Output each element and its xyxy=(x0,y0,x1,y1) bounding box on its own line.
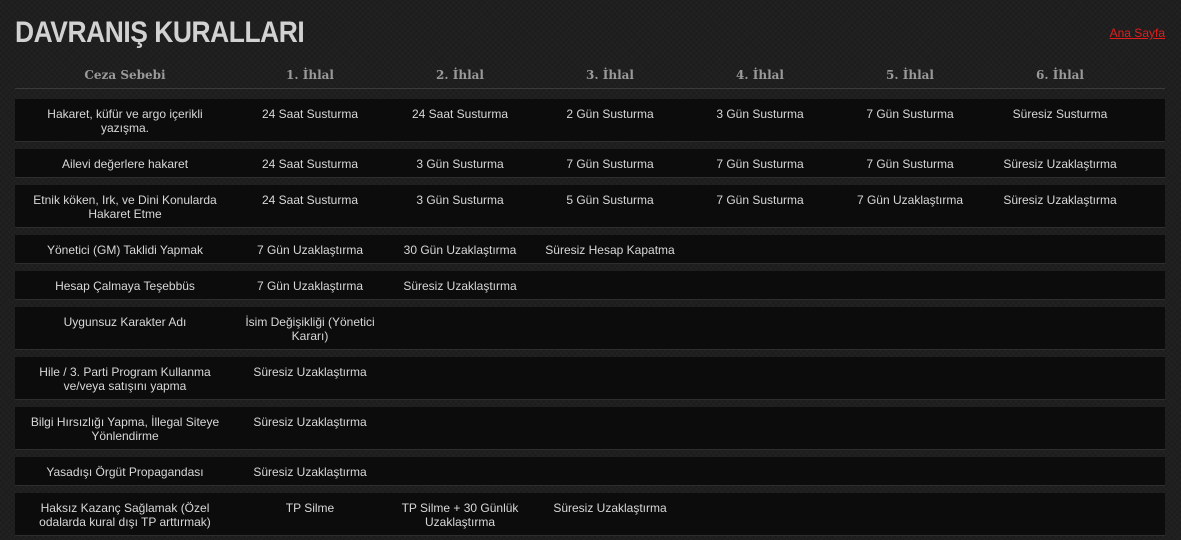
penalty-cell: İsim Değişikliği (Yönetici Kararı) xyxy=(245,315,375,343)
penalty-cell: Süresiz Uzaklaştırma xyxy=(253,415,367,429)
page-title: DAVRANIŞ KURALLARI xyxy=(15,16,305,49)
reason-cell: Yasadışı Örgüt Propagandası xyxy=(46,465,204,479)
penalty-cell: 7 Gün Susturma xyxy=(866,107,954,121)
column-header-violation-2: 2. İhlal xyxy=(436,68,484,82)
table-body: Hakaret, küfür ve argo içerikli yazışma.… xyxy=(15,99,1165,536)
table-row: Hile / 3. Parti Program Kullanma ve/veya… xyxy=(15,357,1165,400)
penalty-cell: Süresiz Uzaklaştırma xyxy=(1003,193,1117,207)
table-header-row: Ceza Sebebi 1. İhlal 2. İhlal 3. İhlal 4… xyxy=(15,62,1165,89)
column-header-violation-4: 4. İhlal xyxy=(736,68,784,82)
penalty-cell: 30 Gün Uzaklaştırma xyxy=(403,243,517,257)
penalty-cell: 7 Gün Susturma xyxy=(716,157,804,171)
penalty-cell: 7 Gün Susturma xyxy=(566,157,654,171)
penalty-cell: Süresiz Susturma xyxy=(1012,107,1108,121)
column-header-violation-3: 3. İhlal xyxy=(586,68,634,82)
penalty-cell: 7 Gün Uzaklaştırma xyxy=(256,243,364,257)
home-link[interactable]: Ana Sayfa xyxy=(1110,26,1165,40)
reason-cell: Hile / 3. Parti Program Kullanma ve/veya… xyxy=(39,365,211,393)
penalty-cell: Süresiz Uzaklaştırma xyxy=(253,365,367,379)
penalty-cell: 7 Gün Uzaklaştırma xyxy=(256,279,364,293)
penalty-cell: 3 Gün Susturma xyxy=(416,193,504,207)
penalty-cell: 24 Saat Susturma xyxy=(411,107,509,121)
table-row: Yasadışı Örgüt Propagandası Süresiz Uzak… xyxy=(15,457,1165,486)
penalty-cell: 24 Saat Susturma xyxy=(261,107,359,121)
penalty-cell: 5 Gün Susturma xyxy=(566,193,654,207)
penalty-cell: 24 Saat Susturma xyxy=(261,193,359,207)
table-row: Ailevi değerlere hakaret 24 Saat Susturm… xyxy=(15,149,1165,178)
page: DAVRANIŞ KURALLARI Ana Sayfa Ceza Sebebi… xyxy=(0,0,1181,540)
table-row: Etnik köken, Irk, ve Dini Konularda Haka… xyxy=(15,185,1165,228)
penalty-cell: Süresiz Uzaklaştırma xyxy=(553,501,667,515)
table-row: Uygunsuz Karakter Adı İsim Değişikliği (… xyxy=(15,307,1165,350)
rules-table: Ceza Sebebi 1. İhlal 2. İhlal 3. İhlal 4… xyxy=(15,62,1165,540)
reason-cell: Hakaret, küfür ve argo içerikli yazışma. xyxy=(47,107,203,135)
penalty-cell: Süresiz Uzaklaştırma xyxy=(1003,157,1117,171)
reason-cell: Hesap Çalmaya Teşebbüs xyxy=(55,279,195,293)
penalty-cell: 3 Gün Susturma xyxy=(716,107,804,121)
penalty-cell: TP Silme xyxy=(285,501,335,515)
reason-cell: Yönetici (GM) Taklidi Yapmak xyxy=(46,243,204,257)
table-row: Haksız Kazanç Sağlamak (Özel odalarda ku… xyxy=(15,493,1165,536)
reason-cell: Uygunsuz Karakter Adı xyxy=(63,315,187,329)
column-header-reason: Ceza Sebebi xyxy=(84,68,166,82)
column-header-violation-6: 6. İhlal xyxy=(1036,68,1084,82)
column-header-violation-1: 1. İhlal xyxy=(286,68,334,82)
penalty-cell: Süresiz Hesap Kapatma xyxy=(545,243,675,257)
table-row: Hesap Çalmaya Teşebbüs 7 Gün Uzaklaştırm… xyxy=(15,271,1165,300)
table-row: Bilgi Hırsızlığı Yapma, İllegal Siteye Y… xyxy=(15,407,1165,450)
penalty-cell: 7 Gün Susturma xyxy=(866,157,954,171)
penalty-cell: Süresiz Uzaklaştırma xyxy=(253,465,367,479)
penalty-cell: 3 Gün Susturma xyxy=(416,157,504,171)
penalty-cell: 7 Gün Susturma xyxy=(716,193,804,207)
penalty-cell: 2 Gün Susturma xyxy=(566,107,654,121)
reason-cell: Etnik köken, Irk, ve Dini Konularda Haka… xyxy=(33,193,217,221)
penalty-cell: TP Silme + 30 Günlük Uzaklaştırma xyxy=(401,501,519,529)
reason-cell: Ailevi değerlere hakaret xyxy=(61,157,189,171)
table-row: Yönetici (GM) Taklidi Yapmak 7 Gün Uzakl… xyxy=(15,235,1165,264)
reason-cell: Bilgi Hırsızlığı Yapma, İllegal Siteye Y… xyxy=(30,415,220,443)
reason-cell: Haksız Kazanç Sağlamak (Özel odalarda ku… xyxy=(39,501,211,529)
penalty-cell: 7 Gün Uzaklaştırma xyxy=(856,193,964,207)
column-header-violation-5: 5. İhlal xyxy=(886,68,934,82)
penalty-cell: 24 Saat Susturma xyxy=(261,157,359,171)
penalty-cell: Süresiz Uzaklaştırma xyxy=(403,279,517,293)
table-row: Hakaret, küfür ve argo içerikli yazışma.… xyxy=(15,99,1165,142)
